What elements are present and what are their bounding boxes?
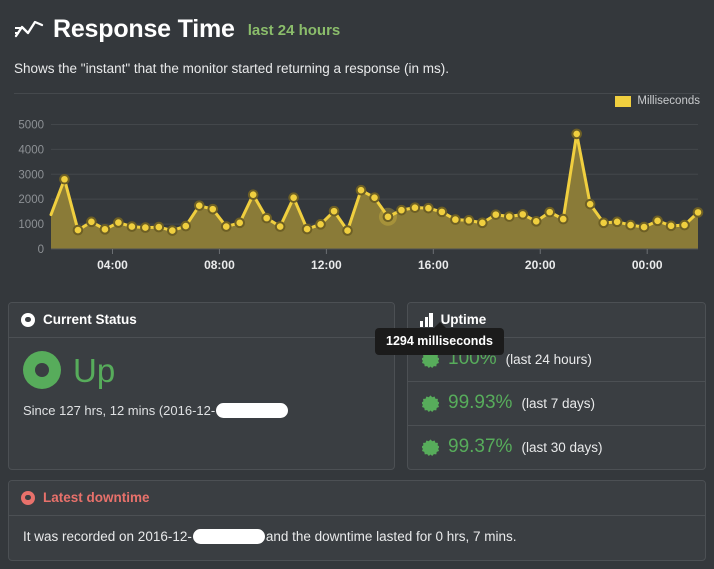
- bar-chart-icon: [420, 312, 433, 327]
- status-since-text: Since 127 hrs, 12 mins (2016-12-: [23, 403, 216, 418]
- chart-canvas[interactable]: 0 1000 2000 3000 4000 5000 04:00 08:00 12:00 16:0…: [8, 94, 706, 279]
- svg-text:5000: 5000: [18, 119, 44, 131]
- uptime-value: 99.93%: [448, 392, 513, 413]
- redacted-date: [216, 403, 289, 418]
- svg-text:16:00: 16:00: [418, 258, 449, 272]
- svg-text:04:00: 04:00: [97, 258, 128, 272]
- latest-downtime-title: Latest downtime: [43, 490, 150, 505]
- uptime-label: (last 24 hours): [505, 351, 592, 367]
- uptime-value: 99.37%: [448, 436, 513, 457]
- legend-swatch-milliseconds: [615, 95, 632, 107]
- svg-text:08:00: 08:00: [204, 258, 235, 272]
- svg-text:2000: 2000: [18, 194, 44, 206]
- response-time-chart[interactable]: Milliseconds 0 1000 2000 3000 4000 5000 04:00 0…: [8, 94, 706, 355]
- downtime-text-prefix: It was recorded on 2016-12-: [23, 529, 192, 544]
- latest-downtime-panel: Latest downtime It was recorded on 2016-…: [8, 480, 706, 561]
- uptime-title: Uptime: [440, 312, 487, 327]
- chart-legend: Milliseconds: [615, 95, 700, 107]
- page-header: Response Time last 24 hours: [0, 0, 714, 42]
- status-since: Since 127 hrs, 12 mins (2016-12-: [23, 403, 380, 418]
- svg-text:3000: 3000: [18, 169, 44, 181]
- current-status-panel: Current Status Up Since 127 hrs, 12 mins…: [8, 302, 395, 470]
- record-ring-icon: [21, 490, 35, 505]
- svg-text:00:00: 00:00: [632, 258, 663, 272]
- current-status-title: Current Status: [43, 312, 137, 327]
- downtime-text-suffix: and the downtime lasted for 0 hrs, 7 min…: [265, 529, 517, 544]
- status-badge: Up: [23, 351, 380, 389]
- chart-tooltip: 1294 milliseconds: [375, 322, 505, 355]
- current-status-body: Up Since 127 hrs, 12 mins (2016-12-: [9, 338, 394, 436]
- uptime-row: 99.37% (last 30 days): [408, 426, 705, 469]
- legend-label-milliseconds: Milliseconds: [637, 95, 700, 107]
- svg-text:1000: 1000: [18, 219, 44, 231]
- status-ring-icon: [23, 351, 61, 389]
- svg-text:4000: 4000: [18, 144, 44, 156]
- status-value: Up: [73, 351, 116, 389]
- uptime-label: (last 7 days): [521, 395, 595, 411]
- uptime-label: (last 30 days): [521, 439, 603, 455]
- response-time-page: Response Time last 24 hours Shows the "i…: [0, 0, 714, 569]
- page-subtitle: last 24 hours: [247, 21, 341, 39]
- redacted-date: [192, 529, 265, 544]
- latest-downtime-body: It was recorded on 2016-12- and the down…: [9, 516, 705, 560]
- record-ring-icon: [21, 312, 35, 327]
- burst-badge-icon: [422, 438, 439, 456]
- page-title: Response Time: [53, 14, 235, 43]
- downtime-panels: Latest downtime It was recorded on 2016-…: [8, 480, 706, 561]
- uptime-row: 99.93% (last 7 days): [408, 382, 705, 426]
- line-chart-icon: [14, 16, 44, 42]
- svg-text:12:00: 12:00: [311, 258, 342, 272]
- stats-panels: Current Status Up Since 127 hrs, 12 mins…: [8, 302, 706, 470]
- burst-badge-icon: [422, 394, 439, 412]
- page-description: Shows the "instant" that the monitor sta…: [14, 61, 450, 76]
- latest-downtime-header: Latest downtime: [9, 481, 705, 516]
- svg-text:0: 0: [38, 244, 44, 256]
- current-status-header: Current Status: [9, 303, 394, 338]
- svg-text:20:00: 20:00: [525, 258, 556, 272]
